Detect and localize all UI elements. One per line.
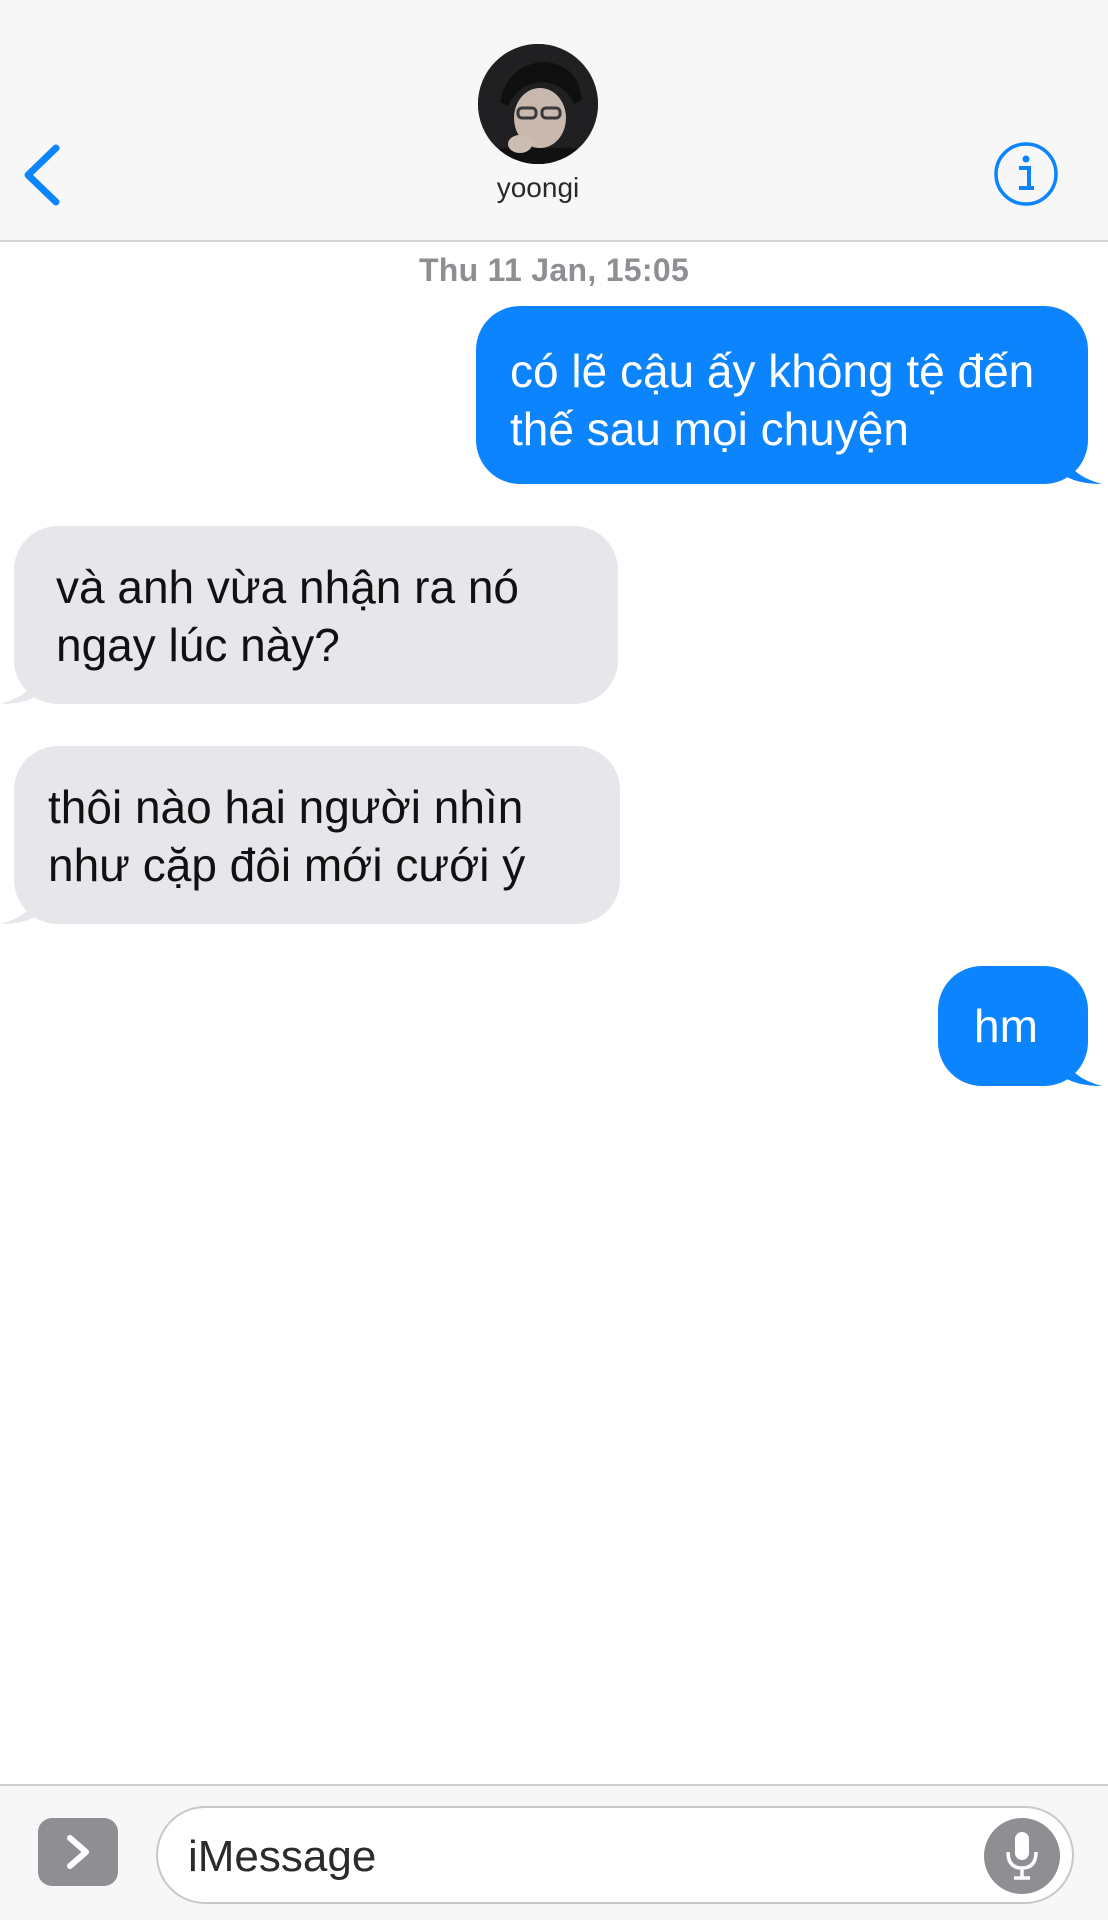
message-bubble-sent[interactable]: có lẽ cậu ấy không tệ đến thế sau mọi ch…	[476, 306, 1102, 484]
message-text-line: thế sau mọi chuyện	[510, 403, 909, 455]
message-bubble-sent[interactable]: hm	[938, 966, 1102, 1086]
message-text-line: có lẽ cậu ấy không tệ đến	[510, 345, 1035, 397]
contact-avatar[interactable]	[478, 44, 598, 164]
apps-button[interactable]	[38, 1818, 118, 1886]
avatar-image	[478, 44, 598, 164]
info-button[interactable]	[992, 140, 1060, 208]
conversation-timestamp: Thu 11 Jan, 15:05	[418, 252, 690, 288]
bubble-tail	[0, 664, 40, 704]
message-text-line: như cặp đôi mới cưới ý	[48, 839, 526, 891]
imessage-field[interactable]	[156, 1806, 1074, 1904]
messages-screen: yoongi Thu 11 Jan, 15:05 có lẽ cậu ấy kh…	[0, 0, 1108, 1920]
bubble-tail	[1062, 444, 1102, 484]
microphone-icon	[1006, 1832, 1038, 1880]
message-text-line: và anh vừa nhận ra nó	[56, 561, 520, 613]
compose-bar	[0, 1784, 1108, 1920]
message-bubble-received[interactable]: thôi nào hai người nhìn như cặp đôi mới …	[0, 746, 620, 924]
conversation-header: yoongi	[0, 0, 1108, 242]
message-text-line: thôi nào hai người nhìn	[48, 781, 524, 833]
message-input[interactable]	[186, 1824, 970, 1890]
microphone-button[interactable]	[984, 1818, 1060, 1894]
bubble-tail	[1062, 1046, 1102, 1086]
message-bubble-received[interactable]: và anh vừa nhận ra nó ngay lúc này?	[0, 526, 618, 704]
chevron-right-icon	[67, 1835, 89, 1869]
contact-name[interactable]: yoongi	[0, 172, 1076, 204]
info-circle-icon	[994, 142, 1058, 206]
bubble-tail	[0, 884, 40, 924]
message-text-line: ngay lúc này?	[56, 619, 340, 671]
